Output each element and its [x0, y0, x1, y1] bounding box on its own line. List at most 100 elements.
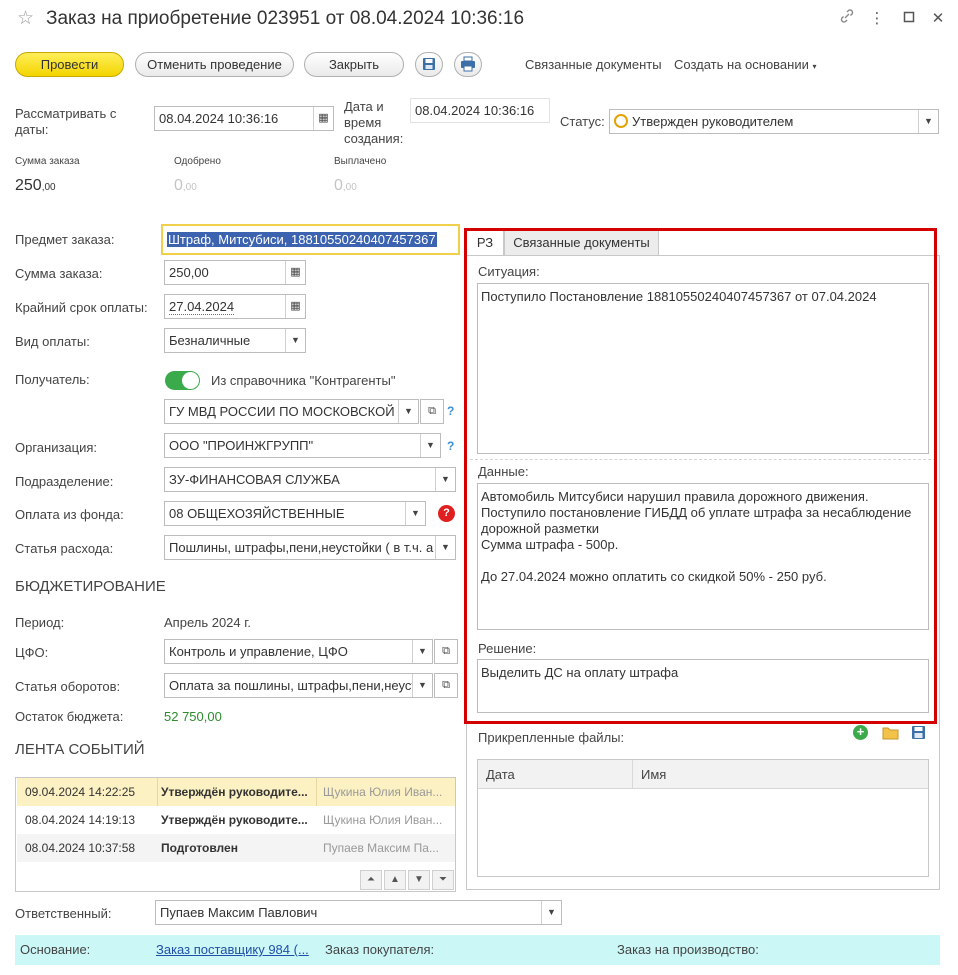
chevron-down-icon[interactable]: ▼: [285, 329, 305, 352]
save-file-icon[interactable]: [911, 725, 926, 743]
close-button[interactable]: Закрыть: [304, 52, 404, 77]
basis-bar: Основание: Заказ поставщику 984 (... Зак…: [15, 935, 940, 965]
recipient-toggle[interactable]: [165, 371, 200, 390]
add-file-icon[interactable]: +: [853, 725, 868, 740]
event-status: Утверждён руководите...: [161, 785, 308, 799]
responsible-label: Ответственный:: [15, 906, 112, 921]
open-cfo-button[interactable]: ⧉: [434, 639, 458, 664]
warning-icon[interactable]: ?: [438, 505, 455, 522]
table-row[interactable]: 08.04.2024 10:37:58 Подготовлен Пупаев М…: [17, 834, 455, 862]
recipient-value: ГУ МВД РОССИИ ПО МОСКОВСКОЙ: [169, 404, 395, 419]
recipient-label: Получатель:: [15, 372, 90, 387]
budget-title: БЮДЖЕТИРОВАНИЕ: [15, 578, 166, 595]
chevron-down-icon[interactable]: ▼: [918, 110, 938, 133]
consider-from-field[interactable]: 08.04.2024 10:36:16 ▦: [154, 106, 334, 131]
order-sum-dec: ,00: [41, 182, 56, 193]
paid-label: Выплачено: [334, 156, 387, 167]
paid-dec: ,00: [342, 182, 357, 193]
amount-field[interactable]: 250,00 ▦: [164, 260, 306, 285]
org-label: Организация:: [15, 440, 98, 455]
unpost-button[interactable]: Отменить проведение: [135, 52, 294, 77]
scroll-top-icon[interactable]: ⏶: [360, 870, 382, 890]
scroll-bottom-icon[interactable]: ⏷: [432, 870, 454, 890]
paytype-value: Безналичные: [169, 333, 251, 348]
fund-select[interactable]: 08 ОБЩЕХОЗЯЙСТВЕННЫЕ ▼: [164, 501, 426, 526]
turnover-select[interactable]: Оплата за пошлины, штрафы,пени,неуст ▼: [164, 673, 433, 698]
responsible-select[interactable]: Пупаев Максим Павлович ▼: [155, 900, 562, 925]
chevron-down-icon[interactable]: ▼: [412, 674, 432, 697]
dept-select[interactable]: ЗУ-ФИНАНСОВАЯ СЛУЖБА ▼: [164, 467, 456, 492]
approved-dec: ,00: [182, 182, 197, 193]
order-sum-value: 250,00: [15, 177, 56, 195]
basis-link[interactable]: Заказ поставщику 984 (...: [156, 942, 309, 957]
event-user: Щукина Юлия Иван...: [323, 813, 443, 827]
print-button[interactable]: [454, 52, 482, 77]
status-value: Утвержден руководителем: [632, 114, 794, 129]
link-icon[interactable]: [836, 8, 858, 30]
table-row[interactable]: 08.04.2024 14:19:13 Утверждён руководите…: [17, 806, 455, 834]
chevron-down-icon[interactable]: ▼: [541, 901, 561, 924]
amount-value: 250,00: [169, 265, 209, 280]
chevron-down-icon[interactable]: ▼: [398, 400, 418, 423]
basis-label: Основание:: [20, 942, 91, 957]
favorite-star-icon[interactable]: ☆: [17, 7, 34, 30]
help-icon[interactable]: ?: [447, 439, 454, 453]
create-based-label: Создать на основании: [674, 57, 809, 72]
post-button[interactable]: Провести: [15, 52, 124, 77]
chevron-down-icon[interactable]: ▼: [420, 434, 440, 457]
production-order-label: Заказ на производство:: [617, 942, 759, 957]
more-icon[interactable]: ⋮: [866, 8, 888, 30]
files-col-date[interactable]: Дата: [486, 767, 515, 782]
amount-label: Сумма заказа:: [15, 266, 103, 281]
files-col-name[interactable]: Имя: [641, 767, 666, 782]
table-row[interactable]: 09.04.2024 14:22:25 Утверждён руководите…: [17, 778, 455, 806]
recipient-toggle-label: Из справочника "Контрагенты": [211, 373, 396, 388]
chevron-down-icon[interactable]: ▼: [435, 536, 455, 559]
consider-from-label: Рассматривать с даты:: [15, 106, 117, 137]
event-date: 09.04.2024 14:22:25: [25, 785, 136, 799]
events-table: 09.04.2024 14:22:25 Утверждён руководите…: [15, 777, 456, 892]
org-select[interactable]: ООО "ПРОИНЖГРУПП" ▼: [164, 433, 441, 458]
recipient-select[interactable]: ГУ МВД РОССИИ ПО МОСКОВСКОЙ ▼: [164, 399, 419, 424]
cfo-select[interactable]: Контроль и управление, ЦФО ▼: [164, 639, 433, 664]
paytype-label: Вид оплаты:: [15, 334, 90, 349]
budget-rest-label: Остаток бюджета:: [15, 709, 124, 724]
chevron-down-icon[interactable]: ▼: [435, 468, 455, 491]
event-user: Щукина Юлия Иван...: [323, 785, 443, 799]
scroll-down-icon[interactable]: ▼: [408, 870, 430, 890]
subject-field[interactable]: Штраф, Митсубиси, 18810550240407457367: [161, 224, 460, 255]
paid-value: 0,00: [334, 177, 357, 195]
expense-select[interactable]: Пошлины, штрафы,пени,неустойки ( в т.ч. …: [164, 535, 456, 560]
status-select[interactable]: Утвержден руководителем ▼: [609, 109, 939, 134]
created-field: 08.04.2024 10:36:16: [410, 98, 550, 123]
save-button[interactable]: [415, 52, 443, 77]
calendar-icon[interactable]: ▦: [285, 295, 305, 318]
event-date: 08.04.2024 14:19:13: [25, 813, 136, 827]
calculator-icon[interactable]: ▦: [285, 261, 305, 284]
scroll-up-icon[interactable]: ▲: [384, 870, 406, 890]
calendar-icon[interactable]: ▦: [313, 107, 333, 130]
maximize-icon[interactable]: [898, 8, 920, 30]
budget-rest-value: 52 750,00: [164, 709, 222, 724]
chevron-down-icon[interactable]: ▼: [405, 502, 425, 525]
approved-int: 0: [174, 177, 183, 194]
folder-icon[interactable]: [882, 725, 899, 743]
cfo-label: ЦФО:: [15, 645, 49, 660]
paid-int: 0: [334, 177, 343, 194]
created-label: Дата и время создания:: [344, 99, 404, 146]
cfo-value: Контроль и управление, ЦФО: [169, 644, 348, 659]
help-icon[interactable]: ?: [447, 404, 454, 418]
subject-label: Предмет заказа:: [15, 232, 115, 247]
chevron-down-icon[interactable]: ▼: [412, 640, 432, 663]
open-recipient-button[interactable]: ⧉: [420, 399, 444, 424]
paytype-select[interactable]: Безналичные ▼: [164, 328, 306, 353]
create-based-menu[interactable]: Создать на основании ▾: [674, 57, 817, 72]
dept-value: ЗУ-ФИНАНСОВАЯ СЛУЖБА: [169, 472, 340, 487]
turnover-value: Оплата за пошлины, штрафы,пени,неуст: [169, 678, 418, 693]
related-docs-link[interactable]: Связанные документы: [525, 57, 662, 72]
close-icon[interactable]: ✕: [927, 8, 949, 30]
event-user: Пупаев Максим Па...: [323, 841, 439, 855]
consider-from-value: 08.04.2024 10:36:16: [159, 111, 279, 126]
due-field[interactable]: 27.04.2024 ▦: [164, 294, 306, 319]
open-turnover-button[interactable]: ⧉: [434, 673, 458, 698]
